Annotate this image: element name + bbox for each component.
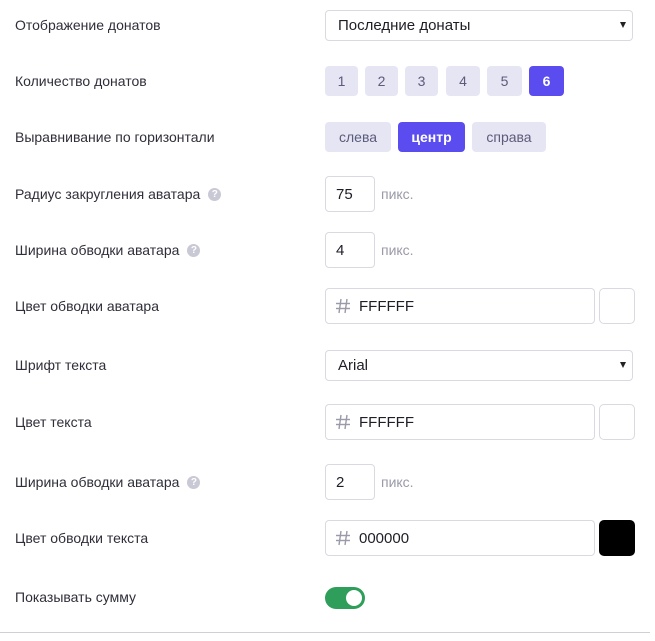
text-border-color-input[interactable]: 000000 [325, 520, 595, 556]
avatar-border-width-input[interactable]: 4 [325, 232, 375, 268]
text-color-value: FFFFFF [359, 413, 414, 431]
text-color-label: Цвет текста [15, 414, 92, 430]
text-border-color-label: Цвет обводки текста [15, 530, 149, 546]
avatar-radius-label-text: Радиус закругления аватара [15, 186, 201, 202]
text-border-color-swatch[interactable] [599, 520, 635, 556]
avatar-border-color-value: FFFFFF [359, 297, 414, 315]
text-border-width-value: 2 [336, 473, 345, 491]
avatar-radius-label: Радиус закругления аватара ? [15, 184, 222, 204]
text-color-input[interactable]: FFFFFF [325, 404, 595, 440]
text-border-width-unit: пикс. [381, 474, 414, 490]
count-option-6[interactable]: 6 [529, 66, 564, 96]
avatar-radius-value: 75 [336, 185, 353, 203]
count-option-3[interactable]: 3 [405, 66, 438, 96]
question-circle-icon[interactable]: ? [208, 187, 222, 201]
question-circle-icon[interactable]: ? [187, 243, 201, 257]
text-color-swatch[interactable] [599, 404, 635, 440]
hash-icon [336, 530, 350, 546]
avatar-radius-unit: пикс. [381, 186, 414, 202]
avatar-border-color-label: Цвет обводки аватара [15, 298, 159, 314]
count-option-5[interactable]: 5 [487, 66, 522, 96]
display-select-value: Последние донаты [338, 17, 471, 34]
count-label: Количество донатов [15, 73, 147, 89]
count-option-4[interactable]: 4 [446, 66, 480, 96]
count-option-1[interactable]: 1 [325, 66, 358, 96]
toggle-knob [346, 590, 362, 606]
align-option-right[interactable]: справа [472, 122, 546, 152]
align-label: Выравнивание по горизонтали [15, 129, 215, 145]
avatar-border-color-swatch[interactable] [599, 288, 635, 324]
font-select[interactable]: Arial [325, 350, 633, 381]
avatar-border-width-unit: пикс. [381, 242, 414, 258]
avatar-border-width-label: Ширина обводки аватара ? [15, 240, 201, 260]
avatar-border-width-value: 4 [336, 241, 345, 259]
hash-icon [336, 414, 350, 430]
avatar-border-color-input[interactable]: FFFFFF [325, 288, 595, 324]
align-option-left[interactable]: слева [325, 122, 391, 152]
avatar-border-width-label-text: Ширина обводки аватара [15, 242, 180, 258]
display-select[interactable]: Последние донаты [325, 10, 633, 41]
question-circle-icon[interactable]: ? [187, 475, 201, 489]
caret-down-icon [620, 22, 626, 28]
text-border-width-label-text: Ширина обводки аватара [15, 474, 180, 490]
show-amount-toggle[interactable] [325, 587, 365, 609]
caret-down-icon [620, 362, 626, 368]
align-option-center[interactable]: центр [398, 122, 465, 152]
show-amount-label: Показывать сумму [15, 589, 136, 605]
font-label: Шрифт текста [15, 357, 107, 373]
hash-icon [336, 298, 350, 314]
divider [0, 632, 650, 633]
text-border-color-value: 000000 [359, 529, 410, 547]
font-select-value: Arial [338, 357, 369, 374]
count-option-2[interactable]: 2 [365, 66, 398, 96]
display-label: Отображение донатов [15, 17, 161, 33]
avatar-radius-input[interactable]: 75 [325, 176, 375, 212]
text-border-width-label: Ширина обводки аватара ? [15, 472, 201, 492]
text-border-width-input[interactable]: 2 [325, 464, 375, 500]
